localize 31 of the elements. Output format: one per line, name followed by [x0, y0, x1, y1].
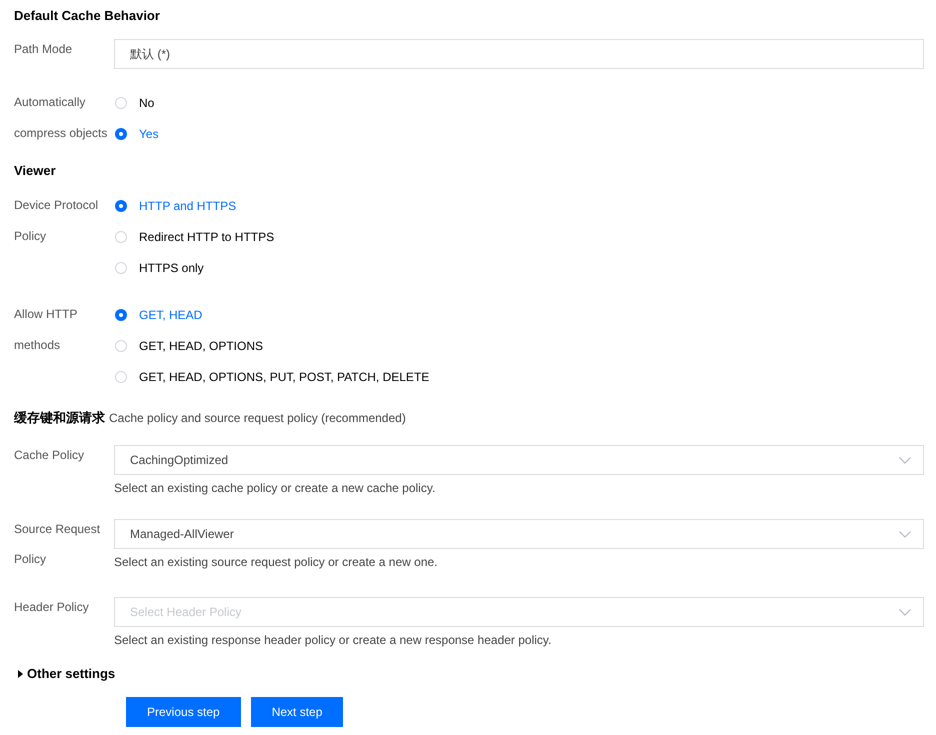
field-label: Allow HTTP methods: [14, 306, 78, 354]
chevron-down-icon: [899, 530, 911, 538]
radio-option[interactable]: GET, HEAD, OPTIONS: [114, 330, 924, 361]
help-text: Select an existing response header policy or create a new response header policy.: [114, 632, 552, 649]
step-button[interactable]: Next step: [250, 697, 344, 727]
radio-option[interactable]: HTTP and HTTPS: [114, 190, 924, 221]
radio-option[interactable]: GET, HEAD, OPTIONS, PUT, POST, PATCH, DELETE: [114, 361, 924, 392]
select-field[interactable]: Managed-AllViewer: [114, 519, 924, 549]
chevron-down-icon: [899, 608, 911, 616]
field-label: Cache Policy: [14, 447, 86, 464]
radio-option[interactable]: GET, HEAD: [114, 299, 924, 330]
section-note: Cache policy and source request policy (recommended): [109, 410, 406, 427]
field-label: Device Protocol Policy: [14, 197, 100, 245]
step-button[interactable]: Previous step: [126, 697, 241, 727]
input-field[interactable]: 默认 (*): [114, 39, 924, 69]
select-field[interactable]: CachingOptimized: [114, 445, 924, 475]
chevron-down-icon: [899, 456, 911, 464]
radio-option[interactable]: Redirect HTTP to HTTPS: [114, 221, 924, 252]
radio-option[interactable]: HTTPS only: [114, 252, 924, 283]
section-title: Viewer: [14, 162, 57, 180]
field-label: Source Request Policy: [14, 521, 102, 568]
field-label: Path Mode: [14, 41, 74, 58]
field-label: Header Policy: [14, 599, 90, 616]
help-text: Select an existing cache policy or create a new cache policy.: [114, 480, 436, 497]
help-text: Select an existing source request policy or create a new one.: [114, 554, 439, 571]
section-title: 缓存键和源请求: [14, 409, 105, 427]
radio-option[interactable]: No: [114, 87, 924, 118]
section-title: Default Cache Behavior: [14, 7, 161, 25]
expander-toggle[interactable]: Other settings: [18, 664, 116, 684]
field-label: Automatically compress objects: [14, 94, 108, 142]
radio-option[interactable]: Yes: [114, 118, 924, 149]
